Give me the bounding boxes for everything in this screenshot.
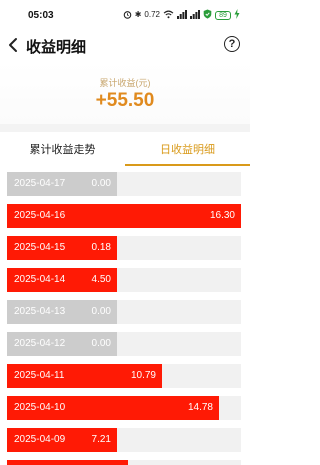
charging-icon (234, 9, 240, 21)
daily-earnings-row: 2025-04-11 10.79 (7, 364, 241, 388)
earnings-date: 2025-04-10 (14, 402, 66, 413)
earnings-value: 0.00 (91, 338, 111, 349)
daily-earnings-row: 2025-04-09 7.21 (7, 428, 241, 452)
daily-earnings-row: 2025-04-15 0.18 (7, 236, 241, 260)
daily-earnings-row: 2025-04-13 0.00 (7, 300, 241, 324)
alarm-icon (123, 10, 132, 21)
daily-earnings-row: 2025-04-14 4.50 (7, 268, 241, 292)
earnings-value: 0.18 (91, 242, 111, 253)
cumulative-earnings-label: 累计收益(元) (99, 78, 151, 88)
status-time: 05:03 (28, 9, 54, 21)
daily-earnings-list: 2025-04-17 0.00 2025-04-16 16.30 2025-04-15 0… (0, 166, 250, 465)
daily-earnings-row: 2025-04-16 16.30 (7, 204, 241, 228)
status-icons: ✱ 0.72 89 (123, 9, 240, 21)
earnings-value: 0.00 (91, 306, 111, 317)
shield-icon (203, 9, 212, 21)
daily-earnings-row: 2025-04-12 0.00 (7, 332, 241, 356)
earnings-date: 2025-04-11 (14, 370, 65, 381)
earnings-summary: 累计收益(元) +55.50 (0, 62, 250, 124)
earnings-value: 7.21 (91, 434, 111, 445)
back-arrow-icon[interactable] (6, 36, 22, 54)
signal-icon (190, 9, 200, 21)
section-divider (0, 124, 250, 132)
bluetooth-icon: ✱ (134, 10, 142, 19)
nav-bar: 收益明细 ? (0, 30, 250, 60)
earnings-value: 0.00 (91, 178, 111, 189)
daily-earnings-row (7, 460, 241, 465)
earnings-bar (7, 460, 128, 465)
earnings-date: 2025-04-16 (14, 210, 66, 221)
page-title: 收益明细 (26, 39, 87, 56)
tab-bar: 累计收益走势 日收益明细 (0, 132, 250, 166)
help-icon[interactable]: ? (224, 36, 240, 52)
wifi-icon (163, 10, 174, 21)
tab-daily-details[interactable]: 日收益明细 (125, 132, 250, 166)
earnings-value: 4.50 (91, 274, 111, 285)
earnings-value: 14.78 (187, 402, 213, 413)
status-bar: 05:03 ✱ 0.72 89 (0, 0, 250, 30)
battery-indicator: 89 (215, 10, 231, 20)
tab-cumulative-trend[interactable]: 累计收益走势 (0, 132, 125, 166)
cumulative-earnings-amount: +55.50 (95, 90, 155, 111)
daily-earnings-row: 2025-04-17 0.00 (7, 172, 241, 196)
earnings-value: 16.30 (209, 210, 235, 221)
earnings-value: 10.79 (130, 370, 156, 381)
daily-earnings-row: 2025-04-10 14.78 (7, 396, 241, 420)
data-speed-icon: 0.72 (144, 10, 160, 19)
signal-icon (177, 9, 187, 21)
